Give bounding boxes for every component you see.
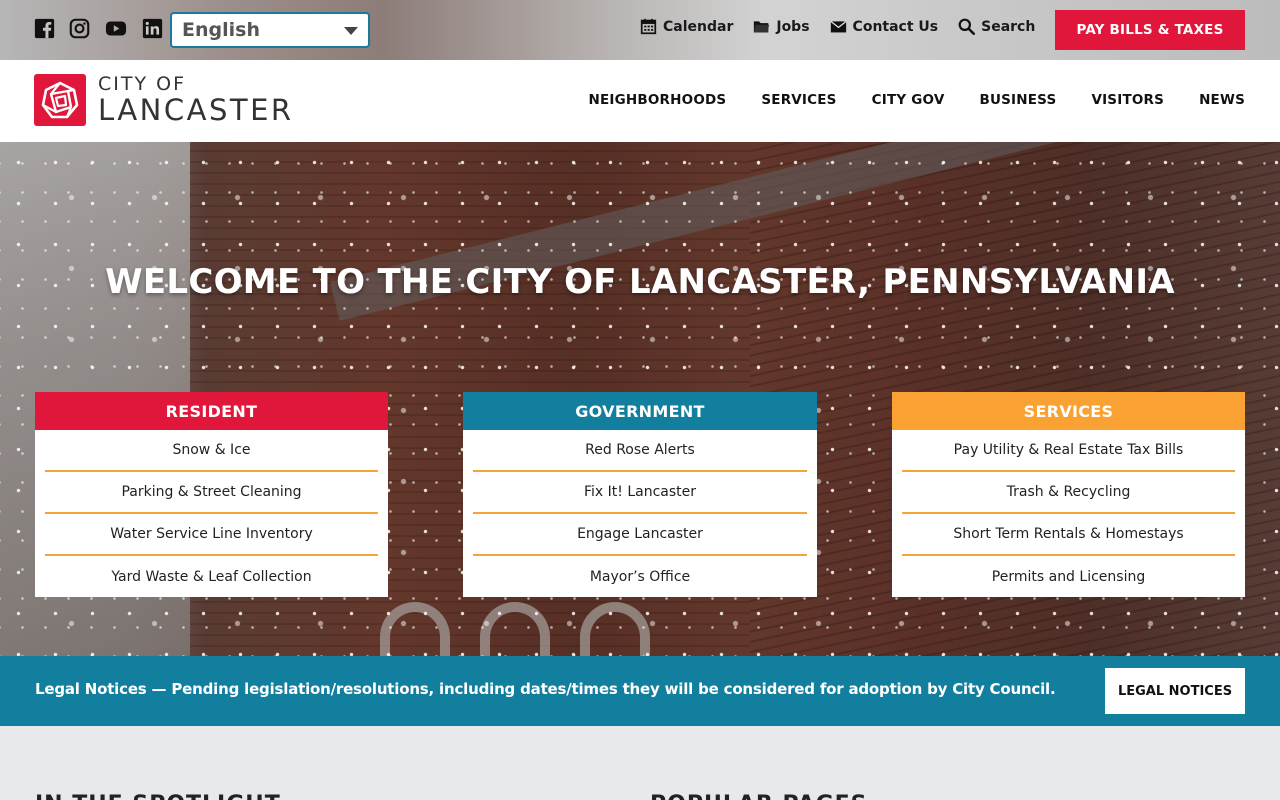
- hero-title: WELCOME TO THE CITY OF LANCASTER, PENNSY…: [105, 262, 1175, 302]
- nav-business[interactable]: BUSINESS: [979, 92, 1056, 108]
- city-logo[interactable]: CITY OF LANCASTER: [34, 74, 294, 126]
- logo-wordmark: CITY OF LANCASTER: [98, 75, 294, 125]
- legal-notices-banner: Legal Notices — Pending legislation/reso…: [0, 656, 1280, 726]
- resident-link-snow-ice[interactable]: Snow & Ice: [45, 430, 378, 472]
- logo-city-of: CITY OF: [98, 73, 187, 95]
- rose-logo-icon: [34, 74, 86, 126]
- language-select[interactable]: English: [170, 12, 370, 48]
- instagram-icon[interactable]: [69, 18, 90, 39]
- folder-icon: [754, 21, 770, 33]
- resident-link-parking[interactable]: Parking & Street Cleaning: [45, 472, 378, 514]
- nav-services[interactable]: SERVICES: [761, 92, 836, 108]
- services-link-short-term-rentals[interactable]: Short Term Rentals & Homestays: [902, 514, 1235, 556]
- logo-lancaster: LANCASTER: [98, 93, 294, 127]
- government-link-engage[interactable]: Engage Lancaster: [473, 514, 807, 556]
- site-header: CITY OF LANCASTER NEIGHBORHOODS SERVICES…: [0, 60, 1280, 142]
- legal-notices-button[interactable]: LEGAL NOTICES: [1105, 668, 1245, 714]
- bottom-section: IN THE SPOTLIGHT POPULAR PAGES: [0, 726, 1280, 800]
- pay-bills-button[interactable]: PAY BILLS & TAXES: [1055, 10, 1245, 50]
- services-link-trash[interactable]: Trash & Recycling: [902, 472, 1235, 514]
- contact-link[interactable]: Contact Us: [829, 18, 939, 35]
- spotlight-heading: IN THE SPOTLIGHT: [35, 792, 281, 800]
- services-link-permits[interactable]: Permits and Licensing: [902, 556, 1235, 597]
- linkedin-icon[interactable]: [142, 18, 163, 39]
- nav-news[interactable]: NEWS: [1199, 92, 1245, 108]
- envelope-icon: [829, 20, 847, 33]
- calendar-icon: [640, 18, 657, 35]
- jobs-link[interactable]: Jobs: [753, 18, 810, 35]
- facebook-icon[interactable]: [34, 18, 55, 39]
- resident-link-yard-waste[interactable]: Yard Waste & Leaf Collection: [45, 556, 378, 597]
- government-links: Red Rose Alerts Fix It! Lancaster Engage…: [463, 430, 817, 597]
- contact-link-label: Contact Us: [852, 18, 939, 35]
- chevron-down-icon: [344, 27, 358, 35]
- legal-notices-text: Legal Notices — Pending legislation/reso…: [35, 680, 1056, 698]
- youtube-icon[interactable]: [104, 18, 128, 39]
- government-link-mayors-office[interactable]: Mayor’s Office: [473, 556, 807, 597]
- search-icon: [958, 18, 976, 35]
- search-link[interactable]: Search: [958, 18, 1035, 35]
- language-select-value: English: [182, 19, 260, 41]
- calendar-link[interactable]: Calendar: [640, 18, 733, 35]
- nav-visitors[interactable]: VISITORS: [1091, 92, 1164, 108]
- services-card: SERVICES Pay Utility & Real Estate Tax B…: [892, 392, 1245, 597]
- services-links: Pay Utility & Real Estate Tax Bills Tras…: [892, 430, 1245, 597]
- utility-bar: English Calendar Jobs Contact Us Search …: [0, 0, 1280, 60]
- resident-link-water-service[interactable]: Water Service Line Inventory: [45, 514, 378, 556]
- nav-neighborhoods[interactable]: NEIGHBORHOODS: [588, 92, 726, 108]
- government-card: GOVERNMENT Red Rose Alerts Fix It! Lanca…: [463, 392, 817, 597]
- search-link-label: Search: [981, 18, 1036, 35]
- resident-card: RESIDENT Snow & Ice Parking & Street Cle…: [35, 392, 388, 597]
- resident-links: Snow & Ice Parking & Street Cleaning Wat…: [35, 430, 388, 597]
- jobs-link-label: Jobs: [776, 18, 810, 35]
- main-nav: NEIGHBORHOODS SERVICES CITY GOV BUSINESS…: [588, 92, 1245, 108]
- services-card-title: SERVICES: [892, 392, 1245, 430]
- nav-city-gov[interactable]: CITY GOV: [872, 92, 945, 108]
- government-link-red-rose-alerts[interactable]: Red Rose Alerts: [473, 430, 807, 472]
- social-links: [34, 18, 163, 39]
- government-link-fix-it[interactable]: Fix It! Lancaster: [473, 472, 807, 514]
- utility-links: Calendar Jobs Contact Us Search: [640, 18, 1035, 35]
- government-card-title: GOVERNMENT: [463, 392, 817, 430]
- popular-pages-heading: POPULAR PAGES: [650, 792, 868, 800]
- calendar-link-label: Calendar: [663, 18, 734, 35]
- hero-section: WELCOME TO THE CITY OF LANCASTER, PENNSY…: [0, 142, 1280, 656]
- services-link-pay-bills[interactable]: Pay Utility & Real Estate Tax Bills: [902, 430, 1235, 472]
- resident-card-title: RESIDENT: [35, 392, 388, 430]
